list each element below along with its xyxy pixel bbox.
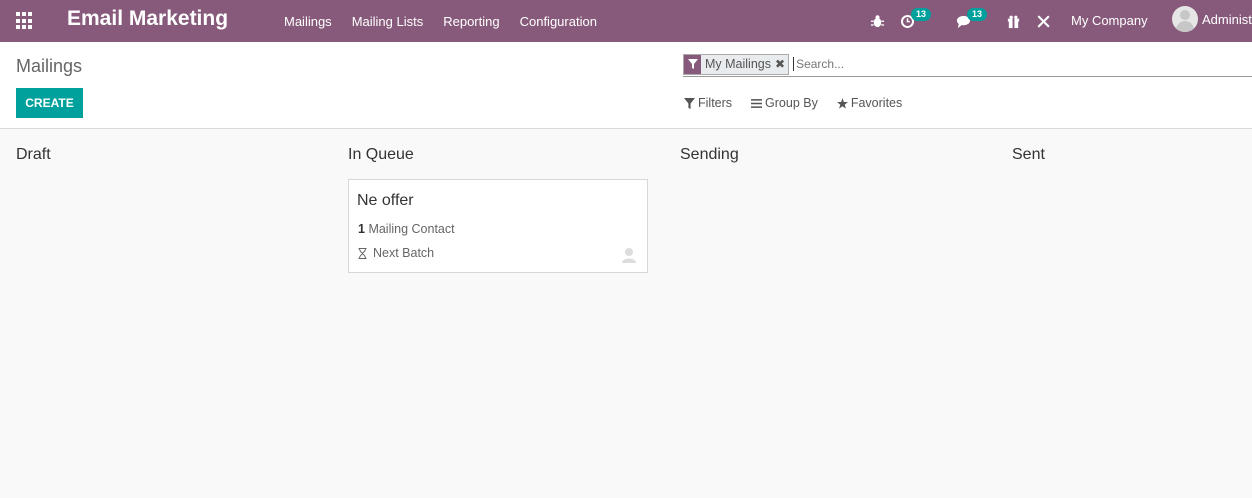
debug-bug-icon[interactable] xyxy=(862,0,892,42)
filters-button[interactable]: Filters xyxy=(684,96,732,110)
systray: 13 13 xyxy=(862,0,1058,42)
kanban-view: Draft In Queue Ne offer 1 Mailing Contac… xyxy=(0,129,1252,498)
user-avatar-icon[interactable] xyxy=(621,247,637,263)
contact-count: 1 xyxy=(358,222,365,236)
search-options: Filters Group By Favorites xyxy=(684,96,921,110)
favorites-label: Favorites xyxy=(850,96,903,110)
menu-item-mailings[interactable]: Mailings xyxy=(274,14,342,29)
column-title[interactable]: Sending xyxy=(680,146,739,164)
user-avatar xyxy=(1172,6,1198,32)
kanban-column-in-queue: In Queue Ne offer 1 Mailing Contact Next… xyxy=(348,129,648,498)
top-navbar: Email Marketing Mailings Mailing Lists R… xyxy=(0,0,1252,42)
card-contacts: 1 Mailing Contact xyxy=(358,222,455,236)
filter-icon xyxy=(684,97,695,109)
breadcrumb: Mailings xyxy=(16,56,83,76)
activity-clock-icon[interactable]: 13 xyxy=(892,0,932,42)
filter-icon xyxy=(684,54,701,74)
messages-count-badge: 13 xyxy=(967,8,988,21)
menu-item-reporting[interactable]: Reporting xyxy=(433,14,509,29)
column-title[interactable]: In Queue xyxy=(348,146,414,164)
bars-icon xyxy=(751,98,763,108)
messages-chat-icon[interactable]: 13 xyxy=(948,0,988,42)
search-bar: My Mailings ✖ xyxy=(683,52,1252,77)
contact-label: Mailing Contact xyxy=(368,222,455,236)
facet-value: My Mailings xyxy=(705,57,771,71)
main-menu: Mailings Mailing Lists Reporting Configu… xyxy=(274,0,607,42)
app-title[interactable]: Email Marketing xyxy=(67,7,228,31)
column-title[interactable]: Sent xyxy=(1012,146,1045,164)
hourglass-icon xyxy=(358,247,367,259)
card-title: Ne offer xyxy=(357,192,414,209)
tools-icon[interactable] xyxy=(1028,0,1058,42)
search-input[interactable] xyxy=(793,57,1252,71)
filters-label: Filters xyxy=(698,96,733,110)
activity-count-badge: 13 xyxy=(911,8,932,21)
kanban-card[interactable]: Ne offer 1 Mailing Contact Next Batch xyxy=(348,179,648,273)
star-icon xyxy=(836,97,848,109)
search-facet: My Mailings ✖ xyxy=(683,53,790,75)
control-panel: Mailings CREATE My Mailings ✖ Filters Gr… xyxy=(0,42,1252,129)
column-title[interactable]: Draft xyxy=(16,146,51,164)
favorites-button[interactable]: Favorites xyxy=(836,96,903,110)
batch-label: Next Batch xyxy=(373,246,435,260)
apps-menu-icon[interactable] xyxy=(16,12,34,30)
menu-item-mailing-lists[interactable]: Mailing Lists xyxy=(342,14,434,29)
kanban-column-sent: Sent xyxy=(1012,129,1252,498)
user-name: Administrator xyxy=(1202,11,1252,27)
user-menu[interactable]: Administrator xyxy=(1172,6,1252,32)
menu-item-configuration[interactable]: Configuration xyxy=(510,14,607,29)
company-switcher[interactable]: My Company xyxy=(1071,13,1148,28)
create-button[interactable]: CREATE xyxy=(16,88,83,118)
gift-icon[interactable] xyxy=(998,0,1028,42)
card-next-batch: Next Batch xyxy=(358,246,434,260)
facet-remove-icon[interactable]: ✖ xyxy=(775,57,788,71)
kanban-column-draft: Draft xyxy=(16,129,316,498)
group-by-button[interactable]: Group By xyxy=(751,96,818,110)
group-by-label: Group By xyxy=(765,96,818,110)
kanban-column-sending: Sending xyxy=(680,129,980,498)
